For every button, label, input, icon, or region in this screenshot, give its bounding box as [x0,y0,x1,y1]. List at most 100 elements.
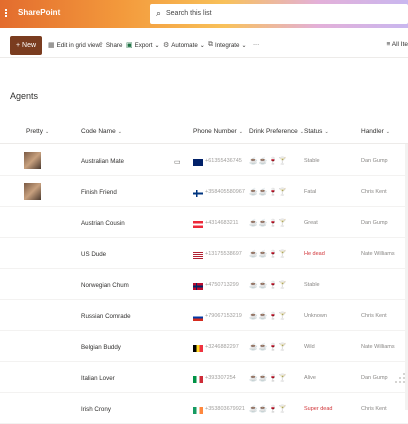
integrate-button[interactable]: ⧉ Integrate ⌄ [208,41,247,49]
phone-number[interactable]: +358405580967 [205,189,245,195]
chevron-down-icon: ⌄ [154,41,160,49]
plus-icon: + [15,42,21,49]
drink-icon: 🍸 [278,189,288,196]
country-flag-icon [193,221,203,228]
drink-preference: ☕☕🍷🍸 [249,405,288,413]
phone-number[interactable]: +3246882297 [205,344,239,350]
column-header-pretty[interactable]: Pretty ⌄ [26,128,49,135]
code-name-link[interactable]: Russian Comrade [81,313,131,320]
table-row[interactable] [0,177,408,207]
agent-photo[interactable] [24,152,41,169]
export-button[interactable]: ▣ Export ⌄ [126,41,160,50]
code-name-link[interactable]: Finish Friend [81,189,117,196]
table-row[interactable] [0,394,408,424]
drink-icon: ☕ [249,158,259,165]
chevron-down-icon: ⌄ [199,41,205,49]
country-flag-icon [193,190,203,197]
drink-icon: 🍷 [268,375,279,382]
grid-edit-icon: ▦ [48,42,55,49]
chevron-down-icon: ⌄ [385,129,390,135]
table-row[interactable] [0,146,408,176]
country-flag-icon [193,407,203,414]
drink-icon: ☕ [258,158,269,165]
phone-number[interactable]: +4314683211 [205,220,238,226]
share-icon: ⇪ [98,42,104,49]
automate-button[interactable]: ⚙ Automate ⌄ [163,41,205,50]
handler-name: Nate Williams [361,251,395,257]
table-row[interactable] [0,270,408,300]
app-launcher-icon[interactable] [5,8,11,20]
column-header-phone[interactable]: Phone Number ⌄ [193,128,243,135]
column-header-code-name[interactable]: Code Name ⌄ [81,128,122,135]
column-header-drink[interactable]: Drink Preference ⌄ [249,128,304,135]
column-header-status[interactable]: Status ⌄ [304,128,329,135]
handler-name: Dan Gump [361,375,388,381]
drink-icon: 🍸 [278,344,288,351]
drink-icon: ☕ [249,251,259,258]
drink-icon: 🍸 [278,375,288,382]
drink-icon: 🍸 [278,282,288,289]
drink-preference: ☕☕🍷🍸 [249,250,288,258]
table-row[interactable] [0,301,408,331]
code-name-link[interactable]: Italian Lover [81,375,115,382]
drink-preference: ☕☕🍷🍸 [249,188,288,196]
table-row[interactable] [0,208,408,238]
agent-photo[interactable] [24,183,41,200]
drink-icon: ☕ [258,220,269,227]
phone-number[interactable]: +393307254 [205,375,236,381]
drink-icon: 🍷 [268,282,279,289]
comment-icon[interactable]: ▭ [174,158,181,166]
phone-number[interactable]: +61355436745 [205,158,242,164]
drink-icon: ☕ [258,251,269,258]
code-name-link[interactable]: Belgian Buddy [81,344,121,351]
chevron-down-icon: ⌄ [238,129,243,135]
code-name-link[interactable]: Norwegian Chum [81,282,129,289]
status-text: Great [304,220,318,226]
code-name-link[interactable]: Austrian Cousin [81,220,125,227]
drink-icon: ☕ [258,189,269,196]
brand-link[interactable]: SharePoint [18,8,60,17]
country-flag-icon [193,376,203,383]
drink-icon: ☕ [249,313,259,320]
drink-icon: ☕ [249,344,259,351]
table-row[interactable] [0,363,408,393]
drink-icon: 🍷 [268,313,279,320]
status-text: He dead [304,251,325,257]
column-header-handler[interactable]: Handler ⌄ [361,128,390,135]
phone-number[interactable]: +4750713299 [205,282,239,288]
table-row[interactable] [0,332,408,362]
handler-name: Dan Gump [361,158,388,164]
drink-preference: ☕☕🍷🍸 [249,219,288,227]
status-text: Unknown [304,313,327,319]
share-button[interactable]: ⇪ Share [98,41,122,50]
drink-preference: ☕☕🍷🍸 [249,312,288,320]
view-selector[interactable]: ≡ All Ite [386,41,408,48]
code-name-link[interactable]: US Dude [81,251,106,258]
drink-icon: 🍷 [268,344,279,351]
phone-number[interactable]: +13175538697 [205,251,242,257]
search-icon: ⌕ [156,8,162,18]
handler-name: Chris Kent [361,313,387,319]
status-text: Alive [304,375,316,381]
country-flag-icon [193,283,203,290]
drink-icon: ☕ [258,344,269,351]
more-button[interactable]: ··· [253,41,259,48]
drink-icon: 🍷 [268,158,279,165]
code-name-link[interactable]: Australian Mate [81,158,124,165]
drink-icon: ☕ [249,375,259,382]
drink-preference: ☕☕🍷🍸 [249,157,288,165]
automate-icon: ⚙ [163,42,170,49]
handler-name: Chris Kent [361,189,387,195]
country-flag-icon [193,314,203,321]
drink-icon: ☕ [249,220,259,227]
edit-grid-button[interactable]: ▦ Edit in grid view [48,41,100,50]
phone-number[interactable]: +79067153219 [205,313,242,319]
table-row[interactable] [0,239,408,269]
resize-grip-icon [395,373,405,383]
drink-icon: ☕ [258,282,269,289]
excel-icon: ▣ [126,42,133,49]
chevron-down-icon: ⌄ [324,129,329,135]
phone-number[interactable]: +353803679921 [205,406,245,412]
search-input[interactable]: Search this list [166,10,212,17]
new-button[interactable]: + New [10,36,42,55]
